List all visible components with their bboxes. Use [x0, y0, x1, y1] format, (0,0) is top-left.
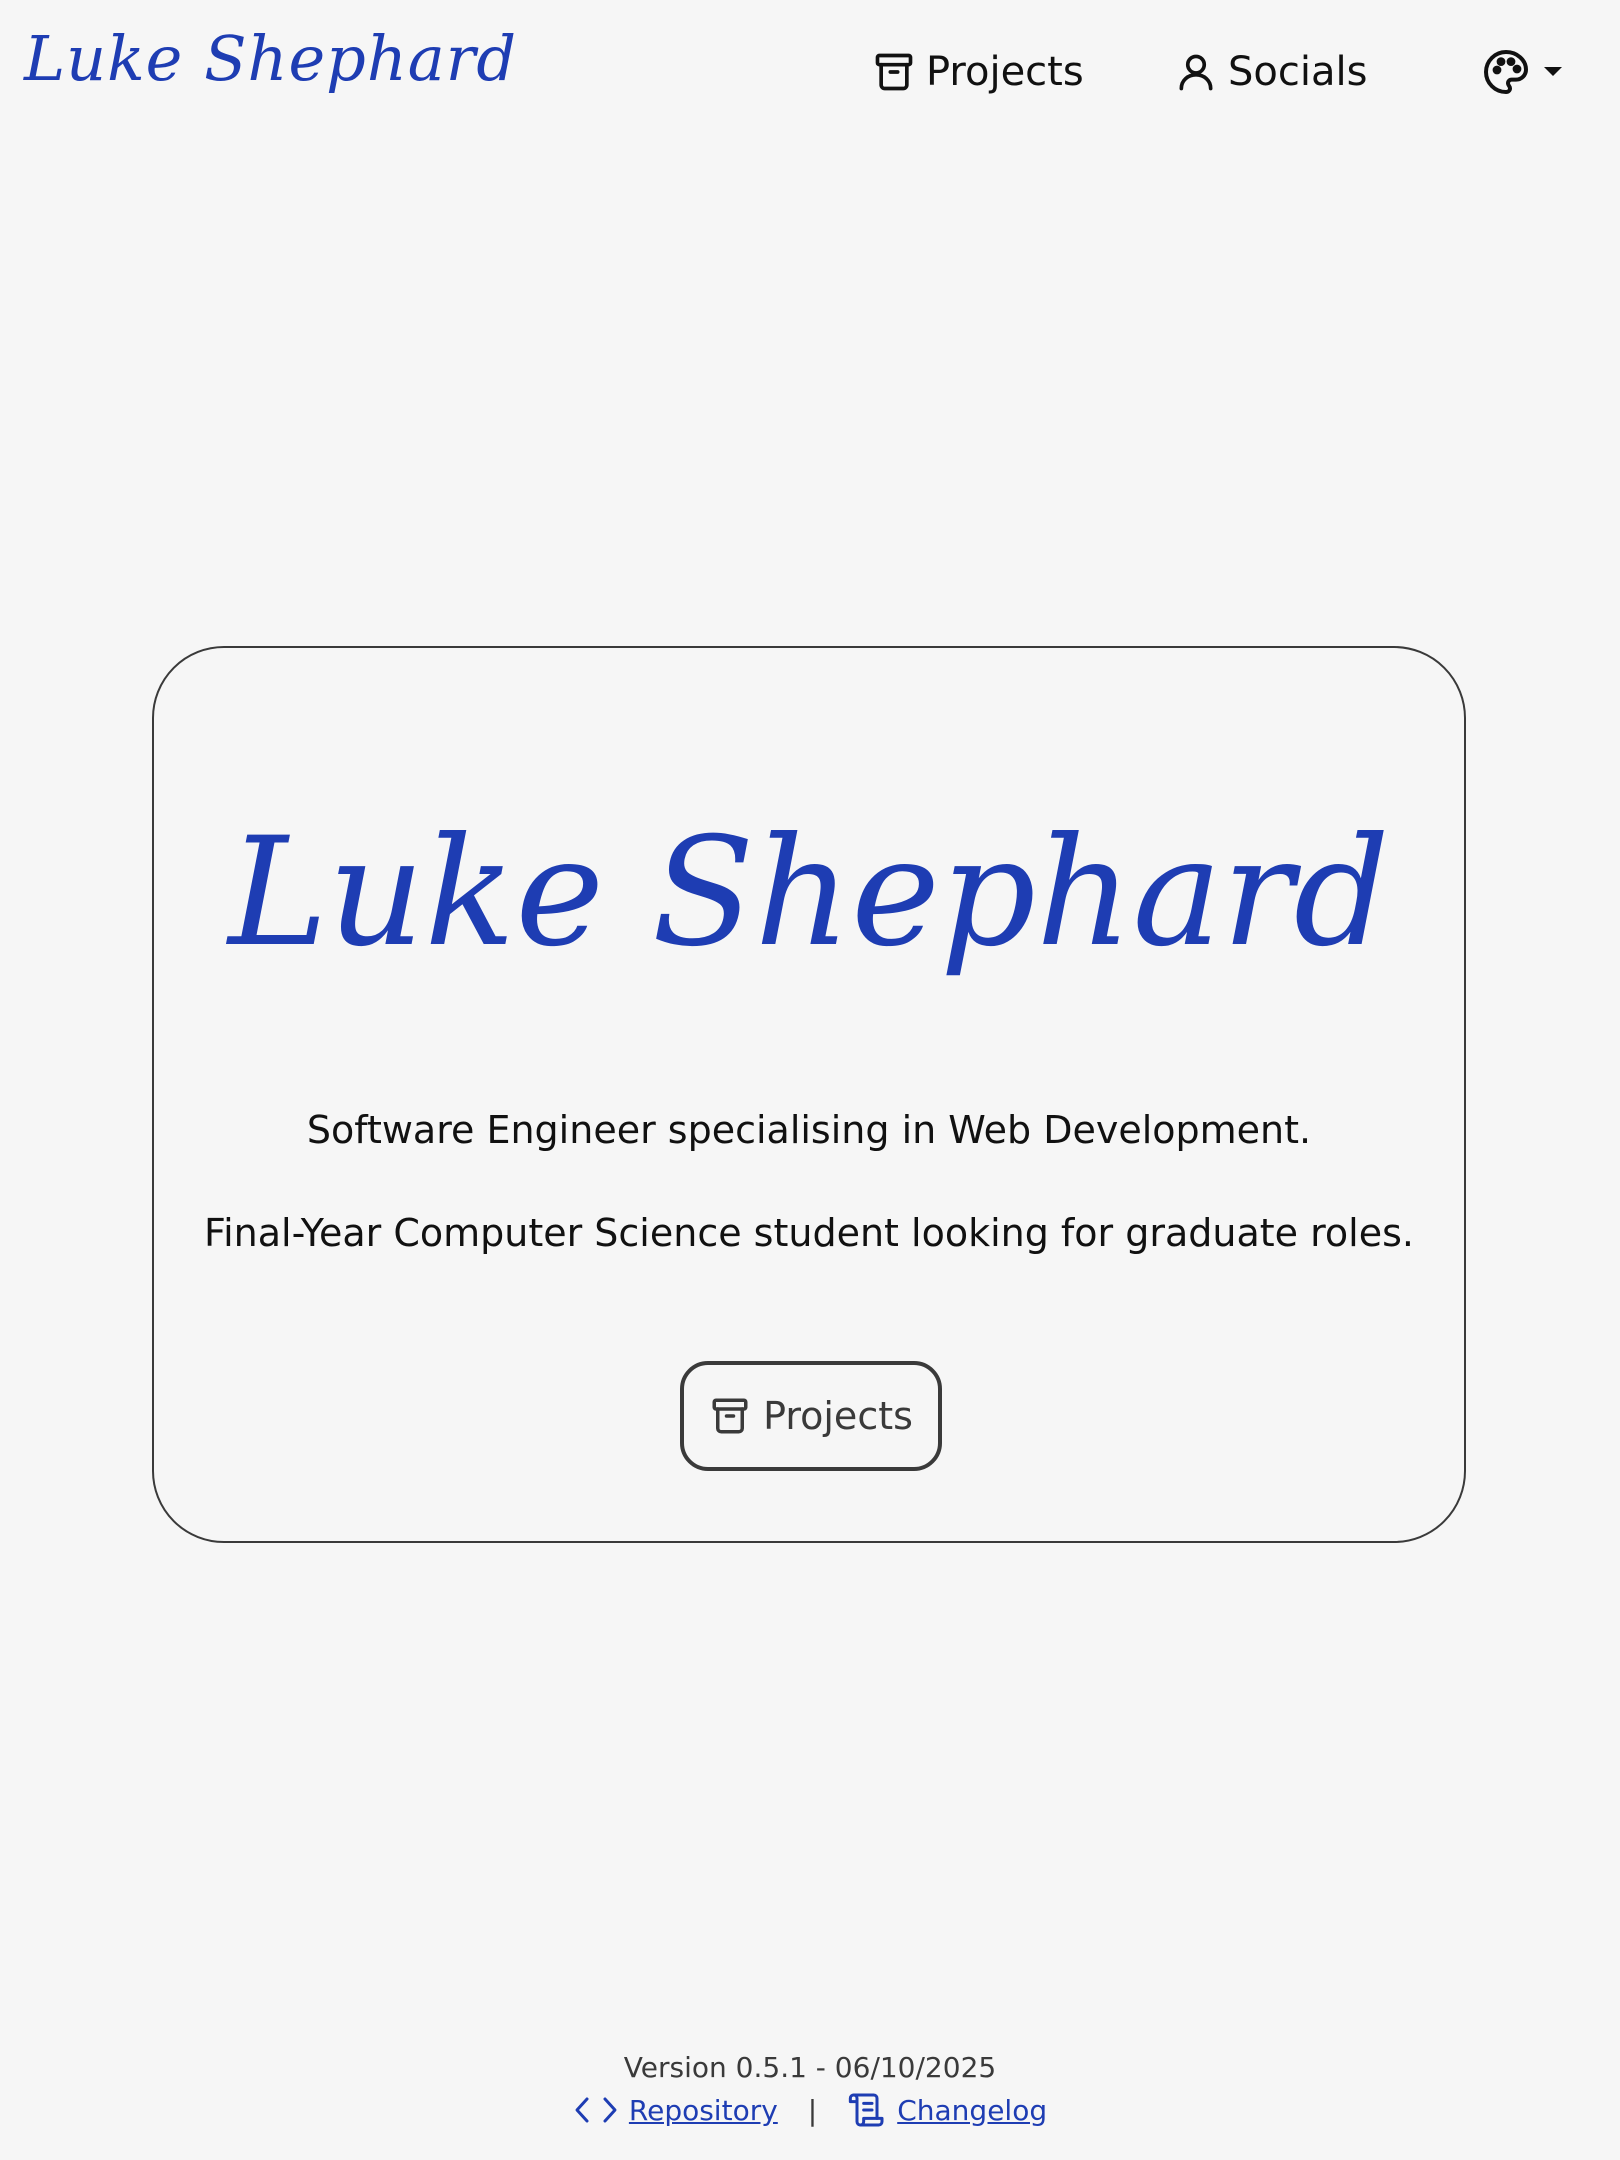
projects-button[interactable]: Projects — [680, 1361, 942, 1471]
hero-tagline-role: Software Engineer specialising in Web De… — [306, 1108, 1312, 1152]
brand-logo-link[interactable]: Luke Shephard — [24, 22, 517, 95]
projects-button-label: Projects — [763, 1394, 913, 1438]
nav-socials-label: Socials — [1228, 49, 1368, 95]
archive-icon — [872, 50, 916, 94]
hero-tagline-student: Final-Year Computer Science student look… — [204, 1211, 1414, 1255]
nav-socials-link[interactable]: Socials — [1174, 44, 1367, 100]
nav-projects-label: Projects — [926, 49, 1084, 95]
footer-separator: | — [807, 2093, 818, 2127]
changelog-link-label: Changelog — [897, 2093, 1048, 2127]
user-icon — [1174, 50, 1218, 94]
nav-projects-link[interactable]: Projects — [872, 44, 1084, 100]
top-navigation: Luke Shephard Projects Socials — [0, 0, 1620, 145]
changelog-link[interactable]: Changelog — [847, 2090, 1047, 2130]
archive-icon — [709, 1395, 751, 1437]
theme-picker-button[interactable] — [1482, 44, 1564, 100]
palette-icon — [1482, 48, 1530, 96]
repository-link-label: Repository — [628, 2093, 778, 2127]
footer-links: Repository | Changelog — [0, 2090, 1620, 2130]
code-icon — [573, 2095, 619, 2125]
page-footer: Version 0.5.1 - 06/10/2025 Repository | — [0, 2048, 1620, 2130]
repository-link[interactable]: Repository — [573, 2094, 778, 2127]
hero-card: Luke Shephard Software Engineer speciali… — [152, 646, 1466, 1543]
hero-title: Luke Shephard — [228, 806, 1390, 980]
version-info: Version 0.5.1 - 06/10/2025 — [623, 2051, 997, 2084]
caret-down-icon — [1542, 65, 1564, 79]
scroll-icon — [847, 2090, 887, 2130]
